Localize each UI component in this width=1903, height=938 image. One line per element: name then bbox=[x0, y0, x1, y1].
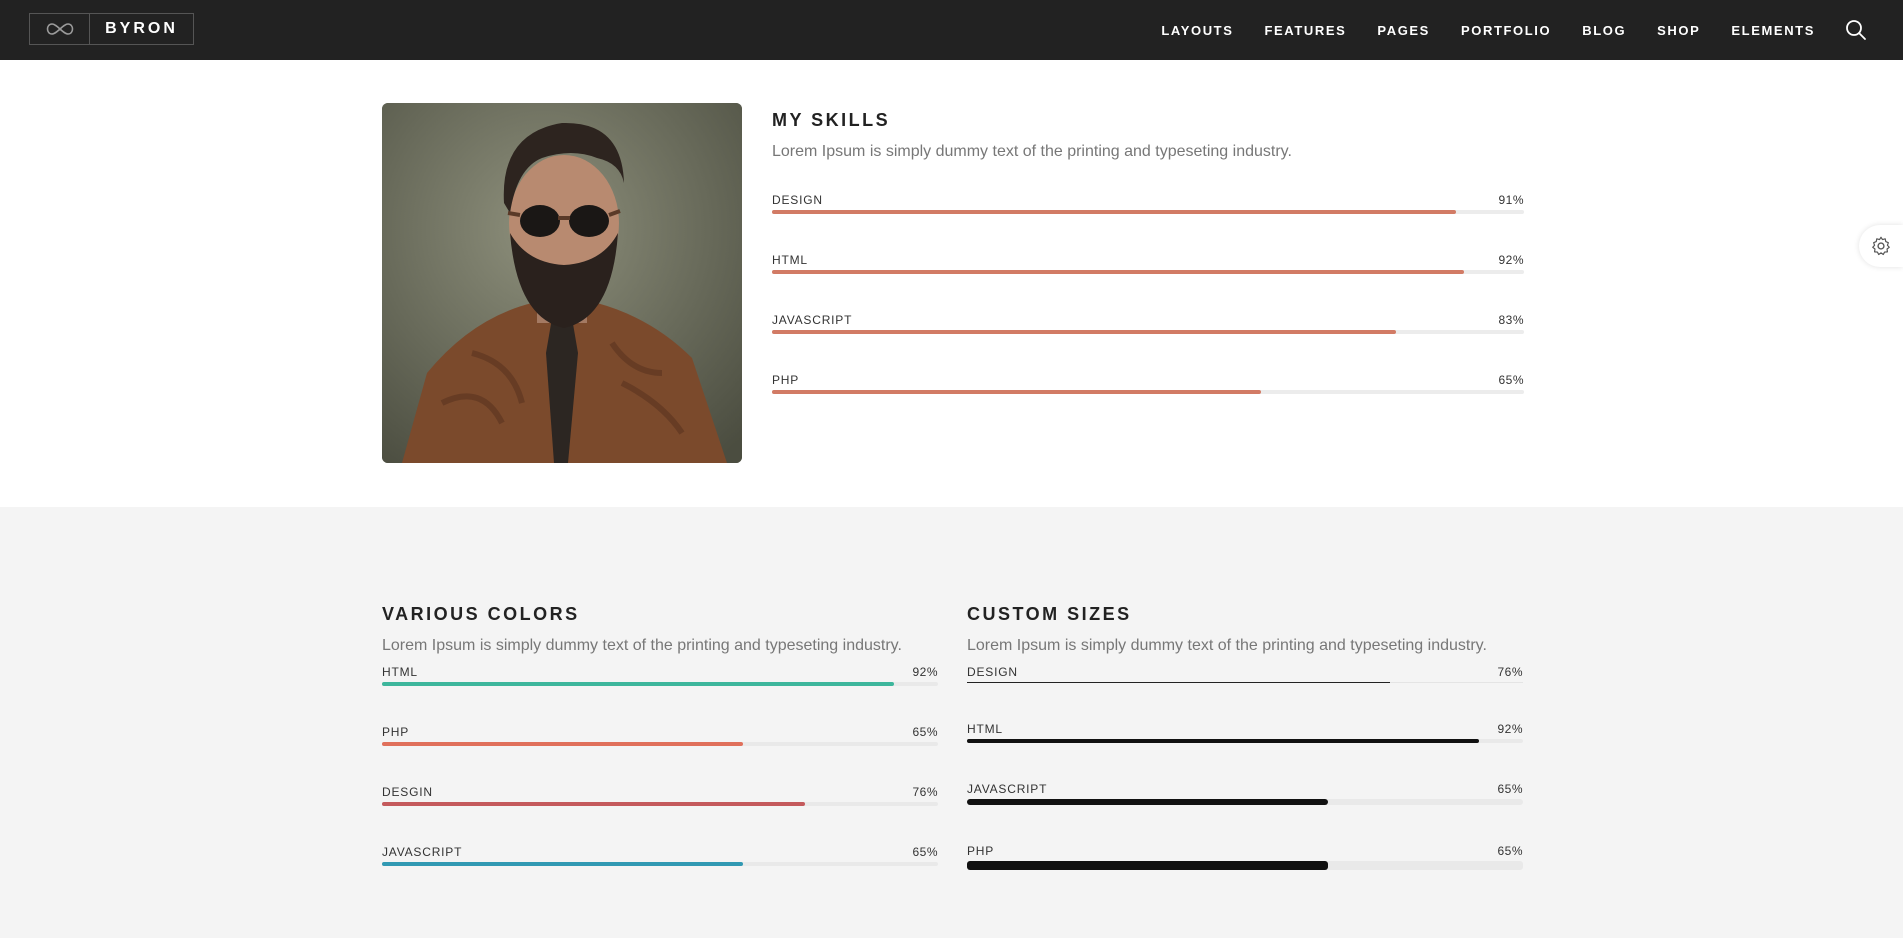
bar-track bbox=[772, 330, 1524, 334]
skills-bars: DESIGN 91% HTML 92% JAVASCRIPT 83% PHP 65% bbox=[772, 193, 1524, 433]
bar-track bbox=[967, 682, 1523, 683]
bar-label: PHP bbox=[772, 373, 800, 387]
colors-bars: HTML 92% PHP 65% DESGIN 76% JAVASCRIPT 65% bbox=[382, 665, 938, 905]
progress-bar-desgin: DESGIN 76% bbox=[382, 785, 938, 845]
my-skills-section: MY SKILLS Lorem Ipsum is simply dummy te… bbox=[772, 110, 1524, 433]
section-description: Lorem Ipsum is simply dummy text of the … bbox=[382, 637, 902, 654]
section-description: Lorem Ipsum is simply dummy text of the … bbox=[967, 637, 1487, 654]
bar-label: JAVASCRIPT bbox=[772, 313, 853, 327]
bar-track bbox=[967, 799, 1523, 805]
bar-fill bbox=[772, 210, 1457, 214]
bar-percentage: 92% bbox=[1497, 722, 1523, 736]
progress-bar-javascript: JAVASCRIPT 65% bbox=[382, 845, 938, 905]
nav-item-features[interactable]: FEATURES bbox=[1265, 23, 1347, 38]
bar-fill bbox=[772, 390, 1261, 394]
bar-fill bbox=[382, 742, 744, 746]
main-nav: LAYOUTS FEATURES PAGES PORTFOLIO BLOG SHOP ELE… bbox=[1130, 0, 1815, 60]
bar-label: PHP bbox=[967, 844, 995, 858]
nav-item-pages[interactable]: PAGES bbox=[1377, 23, 1430, 38]
progress-bar-html: HTML 92% bbox=[382, 665, 938, 725]
bar-label: DESIGN bbox=[967, 665, 1018, 679]
bar-percentage: 65% bbox=[912, 845, 938, 859]
bar-fill bbox=[967, 799, 1329, 805]
bar-fill bbox=[967, 739, 1479, 743]
progress-bar-javascript: JAVASCRIPT 65% bbox=[967, 782, 1523, 844]
bar-track bbox=[382, 682, 938, 686]
bar-percentage: 65% bbox=[1497, 782, 1523, 796]
bottom-section: VARIOUS COLORS Lorem Ipsum is simply dum… bbox=[0, 507, 1903, 938]
section-title: VARIOUS COLORS bbox=[382, 604, 580, 624]
progress-bar-html: HTML 92% bbox=[772, 253, 1524, 313]
bar-label: HTML bbox=[382, 665, 418, 679]
nav-item-layouts[interactable]: LAYOUTS bbox=[1161, 23, 1233, 38]
custom-sizes-section: CUSTOM SIZES Lorem Ipsum is simply dummy… bbox=[967, 604, 1523, 906]
progress-bar-php: PHP 65% bbox=[772, 373, 1524, 433]
progress-bar-design: DESIGN 91% bbox=[772, 193, 1524, 253]
bar-label: HTML bbox=[772, 253, 808, 267]
bar-track bbox=[967, 739, 1523, 743]
various-colors-section: VARIOUS COLORS Lorem Ipsum is simply dum… bbox=[382, 604, 938, 905]
bar-fill bbox=[772, 270, 1464, 274]
bar-fill bbox=[382, 682, 894, 686]
bar-fill bbox=[967, 861, 1329, 870]
progress-bar-design: DESIGN 76% bbox=[967, 665, 1523, 722]
bar-track bbox=[772, 210, 1524, 214]
bar-track bbox=[772, 390, 1524, 394]
bar-track bbox=[382, 742, 938, 746]
bar-percentage: 92% bbox=[1498, 253, 1524, 267]
bar-percentage: 65% bbox=[912, 725, 938, 739]
progress-bar-php: PHP 65% bbox=[967, 844, 1523, 906]
nav-item-shop[interactable]: SHOP bbox=[1657, 23, 1700, 38]
bar-percentage: 76% bbox=[1497, 665, 1523, 679]
progress-bar-php: PHP 65% bbox=[382, 725, 938, 785]
bar-fill bbox=[772, 330, 1397, 334]
brand-name: BYRON bbox=[105, 20, 178, 37]
bar-label: DESIGN bbox=[772, 193, 823, 207]
section-title: CUSTOM SIZES bbox=[967, 604, 1132, 624]
bar-label: JAVASCRIPT bbox=[967, 782, 1048, 796]
bar-label: DESGIN bbox=[382, 785, 433, 799]
section-description: Lorem Ipsum is simply dummy text of the … bbox=[772, 143, 1292, 160]
bar-percentage: 76% bbox=[912, 785, 938, 799]
bar-percentage: 65% bbox=[1498, 373, 1524, 387]
bar-label: PHP bbox=[382, 725, 410, 739]
nav-item-portfolio[interactable]: PORTFOLIO bbox=[1461, 23, 1551, 38]
bar-track bbox=[772, 270, 1524, 274]
bar-label: JAVASCRIPT bbox=[382, 845, 463, 859]
nav-item-blog[interactable]: BLOG bbox=[1582, 23, 1626, 38]
bar-fill bbox=[382, 802, 805, 806]
bar-track bbox=[382, 802, 938, 806]
gear-icon[interactable] bbox=[1859, 225, 1903, 267]
profile-photo bbox=[382, 103, 742, 463]
section-title: MY SKILLS bbox=[772, 110, 891, 130]
sizes-bars: DESIGN 76% HTML 92% JAVASCRIPT 65% PHP 65% bbox=[967, 665, 1523, 906]
progress-bar-html: HTML 92% bbox=[967, 722, 1523, 782]
bar-track bbox=[967, 861, 1523, 870]
bar-fill bbox=[967, 682, 1390, 683]
bar-percentage: 65% bbox=[1497, 844, 1523, 858]
nav-item-elements[interactable]: ELEMENTS bbox=[1731, 23, 1815, 38]
progress-bar-javascript: JAVASCRIPT 83% bbox=[772, 313, 1524, 373]
bar-percentage: 92% bbox=[912, 665, 938, 679]
bar-label: HTML bbox=[967, 722, 1003, 736]
top-navbar: BYRON LAYOUTS FEATURES PAGES PORTFOLIO BLOG S… bbox=[0, 0, 1903, 60]
bar-fill bbox=[382, 862, 744, 866]
bar-percentage: 83% bbox=[1498, 313, 1524, 327]
bar-percentage: 91% bbox=[1498, 193, 1524, 207]
infinity-icon bbox=[30, 14, 90, 44]
brand-logo[interactable]: BYRON bbox=[29, 13, 194, 45]
search-icon[interactable] bbox=[1845, 19, 1867, 41]
bar-track bbox=[382, 862, 938, 866]
